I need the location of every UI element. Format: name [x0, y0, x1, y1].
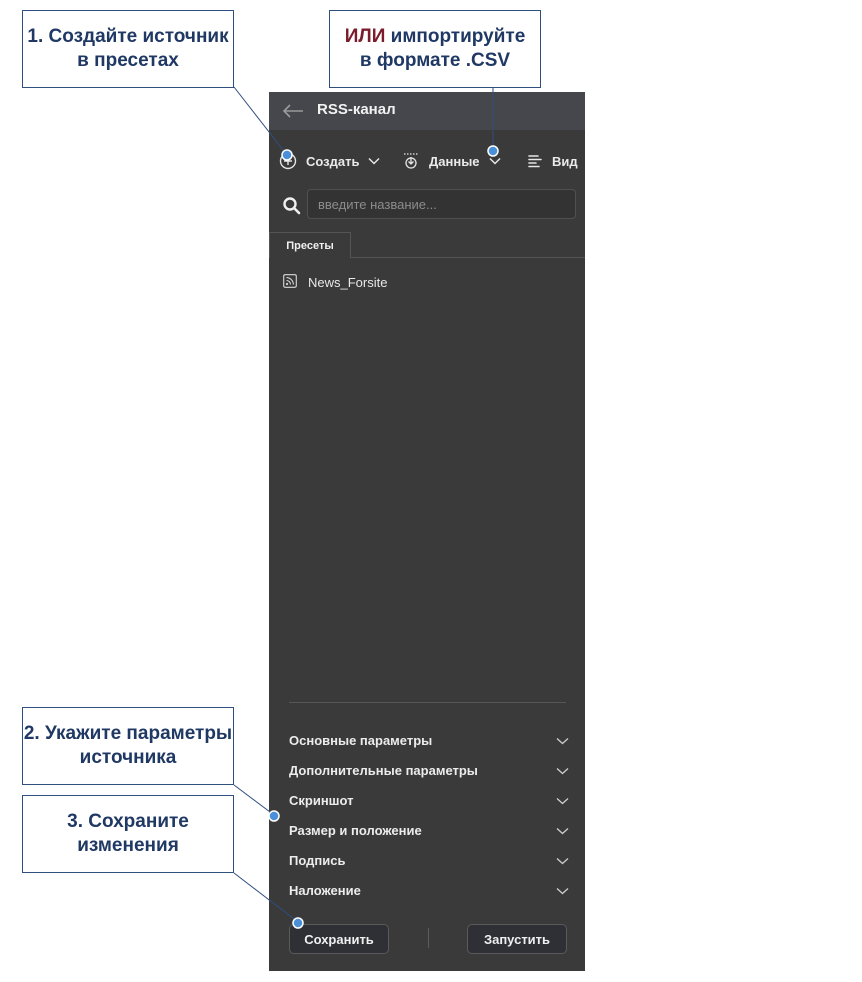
view-menu-button[interactable]: Вид [527, 150, 578, 172]
callout-import-csv: ИЛИ импортируйте в формате .CSV [329, 10, 541, 88]
callout-save-changes: 3. Сохраните изменения [22, 795, 234, 873]
rss-icon [283, 273, 308, 291]
callout-create-source-line1: 1. Создайте источник [27, 26, 229, 47]
chevron-down-icon [556, 883, 569, 898]
section-label: Подпись [289, 852, 346, 868]
section-label: Размер и положение [289, 822, 422, 838]
callout-set-params-line1: 2. Укажите параметры [23, 723, 233, 744]
section-caption[interactable]: Подпись [289, 850, 569, 870]
chevron-down-icon [368, 157, 380, 165]
preset-name: News_Forsite [308, 274, 388, 290]
tab-presets[interactable]: Пресеты [269, 232, 351, 258]
view-menu-label: Вид [552, 153, 578, 169]
button-separator [428, 928, 429, 948]
callout-save-changes-line1: 3. Сохраните [67, 811, 189, 832]
plus-circle-icon [279, 152, 297, 170]
save-button[interactable]: Сохранить [289, 924, 389, 954]
create-menu-button[interactable]: Создать [279, 150, 380, 172]
callout-set-params: 2. Укажите параметры источника [22, 707, 234, 785]
chevron-down-icon [556, 793, 569, 808]
run-button[interactable]: Запустить [467, 924, 567, 954]
callout-or-accent: ИЛИ [344, 26, 386, 47]
data-menu-label: Данные [429, 153, 480, 169]
search-icon [282, 196, 302, 216]
section-overlay[interactable]: Наложение [289, 880, 569, 900]
section-size-position[interactable]: Размер и положение [289, 820, 569, 840]
back-arrow-icon[interactable] [281, 101, 305, 121]
chevron-down-icon [556, 733, 569, 748]
chevron-down-icon [556, 853, 569, 868]
import-data-icon [403, 152, 419, 170]
chevron-down-icon [556, 763, 569, 778]
chevron-down-icon [556, 823, 569, 838]
section-label: Наложение [289, 882, 361, 898]
callout-set-params-line2: источника [79, 747, 177, 768]
section-advanced-params[interactable]: Дополнительные параметры [289, 760, 569, 780]
preset-list-item[interactable]: News_Forsite [283, 272, 387, 292]
callout-create-source-line2: в пресетах [77, 50, 179, 71]
data-menu-button[interactable]: Данные [403, 150, 501, 172]
view-lines-icon [527, 153, 543, 169]
callout-create-source: 1. Создайте источник в пресетах [22, 10, 234, 88]
section-basic-params[interactable]: Основные параметры [289, 730, 569, 750]
create-menu-label: Создать [306, 153, 360, 169]
section-label: Дополнительные параметры [289, 762, 478, 778]
callout-import-csv-line1: ИЛИ импортируйте [345, 25, 526, 49]
callout-import-csv-line2: в формате .CSV [359, 50, 511, 71]
section-screenshot[interactable]: Скриншот [289, 790, 569, 810]
section-divider [289, 702, 566, 703]
title-bar: RSS-канал [269, 92, 585, 130]
callout-save-changes-line2: изменения [77, 835, 179, 856]
search-input[interactable] [307, 189, 576, 219]
callout-import-text: импортируйте [385, 26, 526, 47]
section-label: Основные параметры [289, 732, 433, 748]
page-title: RSS-канал [317, 101, 396, 118]
chevron-down-icon [489, 157, 501, 165]
section-label: Скриншот [289, 792, 354, 808]
rss-panel: RSS-канал Создать Данные Вид Пресеты [269, 92, 585, 971]
